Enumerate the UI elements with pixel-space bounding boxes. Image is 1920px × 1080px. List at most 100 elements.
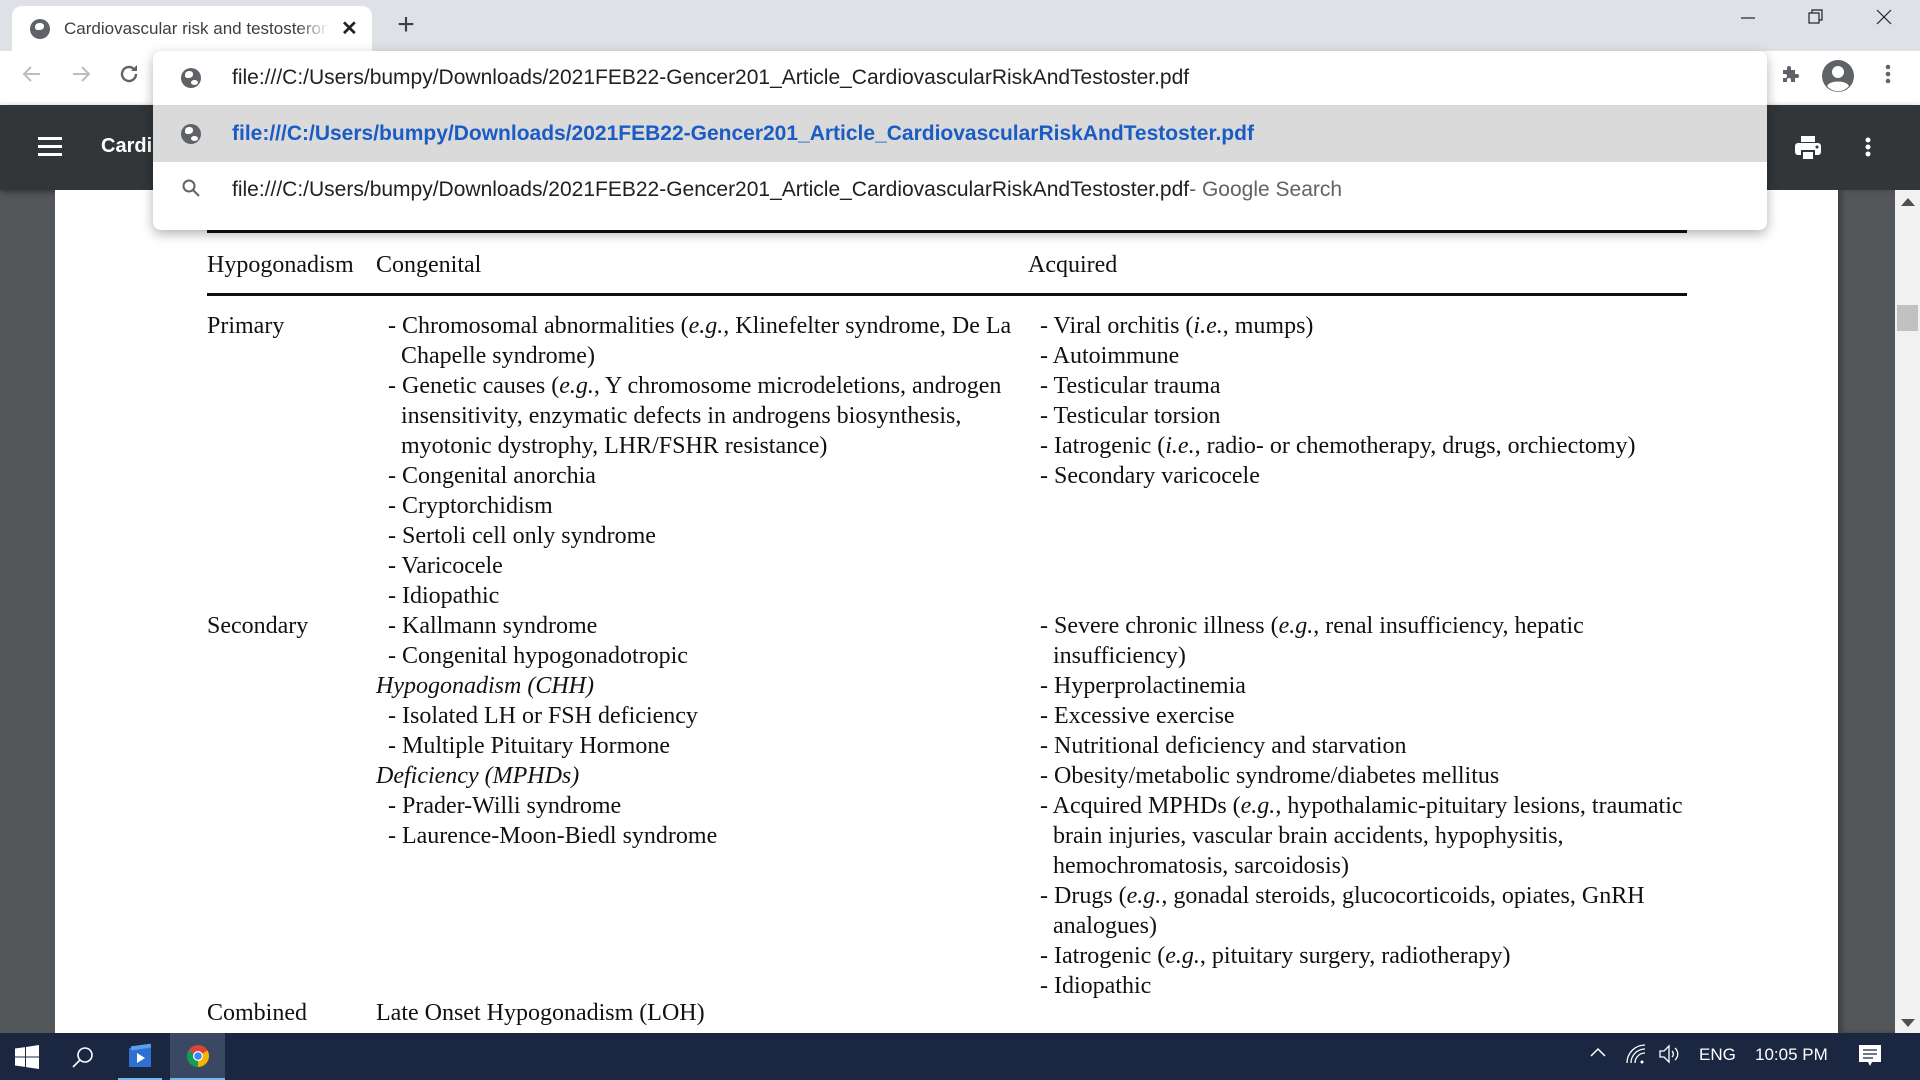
wifi-icon <box>1626 1044 1646 1064</box>
list-item: - Nutritional deficiency and starvation <box>1040 733 1407 759</box>
back-button[interactable] <box>14 59 50 95</box>
reload-button[interactable] <box>111 59 147 95</box>
list-item: - Secondary varicocele <box>1040 463 1260 489</box>
action-center-button[interactable] <box>1858 1044 1882 1073</box>
list-item: - Obesity/metabolic syndrome/diabetes me… <box>1040 763 1500 789</box>
list-item: - Genetic causes (e.g., Y chromosome mic… <box>388 373 1002 459</box>
profile-button[interactable] <box>1820 59 1856 95</box>
address-input[interactable]: file:///C:/Users/bumpy/Downloads/2021FEB… <box>232 66 1189 90</box>
globe-icon <box>181 68 201 88</box>
start-button[interactable] <box>0 1033 54 1080</box>
print-icon <box>1795 136 1821 159</box>
list-item: - Sertoli cell only syndrome <box>388 523 656 549</box>
close-icon <box>1876 9 1892 25</box>
list-item-continuation: Deficiency (MPHDs) <box>376 763 580 789</box>
extensions-button[interactable] <box>1773 59 1809 95</box>
reload-icon <box>120 65 138 83</box>
congenital-cell: Late Onset Hypogonadism (LOH) <box>376 998 1026 1028</box>
tab-strip: Cardiovascular risk and testosterone ✕ + <box>0 0 1920 51</box>
menu-icon[interactable] <box>38 137 62 157</box>
list-item: - Iatrogenic (i.e., radio- or chemothera… <box>1040 433 1636 459</box>
clock[interactable]: 10:05 PM <box>1755 1045 1828 1065</box>
omnibox-dropdown: file:///C:/Users/bumpy/Downloads/2021FEB… <box>153 51 1767 230</box>
address-bar[interactable]: file:///C:/Users/bumpy/Downloads/2021FEB… <box>153 51 1767 105</box>
show-hidden-icons-button[interactable] <box>1588 1043 1608 1068</box>
congenital-cell: - Chromosomal abnormalities (e.g., Kline… <box>376 311 1026 611</box>
scrollbar-thumb[interactable] <box>1897 305 1918 331</box>
search-icon <box>182 179 200 197</box>
list-item-continuation: Hypogonadism (CHH) <box>376 673 594 699</box>
video-editor-icon <box>129 1043 152 1067</box>
list-item: - Congenital hypogonadotropic <box>388 643 688 669</box>
browser-menu-button[interactable] <box>1870 59 1906 95</box>
forward-arrow-icon <box>73 66 91 82</box>
table-top-rule <box>207 230 1687 233</box>
search-icon <box>72 1046 93 1068</box>
list-item: - Kallmann syndrome <box>388 613 598 639</box>
notification-icon <box>1859 1045 1881 1066</box>
pdf-page: Hypogonadism Congenital Acquired Primary… <box>55 190 1838 1033</box>
speaker-icon <box>1659 1044 1679 1064</box>
suggestion-item[interactable]: file:///C:/Users/bumpy/Downloads/2021FEB… <box>153 105 1767 162</box>
congenital-cell: - Kallmann syndrome - Congenital hypogona… <box>376 611 1026 851</box>
list-item: - Multiple Pituitary Hormone <box>388 733 670 759</box>
volume-button[interactable] <box>1658 1043 1682 1070</box>
globe-icon <box>181 123 201 144</box>
new-tab-button[interactable]: + <box>390 8 422 42</box>
close-window-button[interactable] <box>1864 8 1904 38</box>
list-item: - Acquired MPHDs (e.g., hypothalamic-pit… <box>1040 793 1683 879</box>
scroll-down-icon[interactable] <box>1901 1019 1915 1027</box>
restore-icon <box>1808 9 1823 24</box>
list-item: - Severe chronic illness (e.g., renal in… <box>1040 613 1584 669</box>
search-button[interactable] <box>56 1033 110 1080</box>
tab-title: Cardiovascular risk and testosterone <box>64 18 329 38</box>
minimize-icon <box>1741 17 1755 19</box>
chevron-up-icon <box>1590 1047 1606 1057</box>
row-label: Primary <box>207 313 285 339</box>
row-label: Secondary <box>207 613 309 639</box>
back-arrow-icon <box>22 66 40 82</box>
list-item: - Idiopathic <box>1040 973 1152 999</box>
network-button[interactable] <box>1625 1043 1647 1070</box>
kebab-menu-icon <box>1865 137 1871 157</box>
list-item: - Congenital anorchia <box>388 463 596 489</box>
list-item: - Hyperprolactinemia <box>1040 673 1246 699</box>
scroll-up-icon[interactable] <box>1901 198 1915 206</box>
list-item: Late Onset Hypogonadism (LOH) <box>376 1000 705 1026</box>
row-label: Combined <box>207 1000 307 1026</box>
minimize-button[interactable] <box>1728 8 1768 38</box>
suggestion-text: file:///C:/Users/bumpy/Downloads/2021FEB… <box>232 178 1190 201</box>
kebab-menu-icon <box>1885 64 1891 84</box>
list-item: - Testicular torsion <box>1040 403 1221 429</box>
page-gutter <box>1838 190 1895 1033</box>
taskbar-app-video-editor[interactable] <box>118 1033 162 1080</box>
browser-tab[interactable]: Cardiovascular risk and testosterone ✕ <box>12 6 372 51</box>
header-congenital: Congenital <box>376 252 482 278</box>
list-item: - Excessive exercise <box>1040 703 1235 729</box>
taskbar-app-chrome[interactable] <box>170 1033 225 1080</box>
list-item: - Iatrogenic (e.g., pituitary surgery, r… <box>1040 943 1511 969</box>
list-item: - Laurence-Moon-Biedl syndrome <box>388 823 718 849</box>
puzzle-icon <box>1783 66 1799 82</box>
windows-logo-icon <box>15 1044 39 1069</box>
globe-icon <box>30 18 50 39</box>
vertical-scrollbar[interactable] <box>1895 190 1920 1033</box>
forward-button[interactable] <box>63 59 99 95</box>
table-header-rule <box>207 293 1687 296</box>
list-item: - Testicular trauma <box>1040 373 1221 399</box>
print-button[interactable] <box>1794 135 1822 166</box>
suggestion-item[interactable]: file:///C:/Users/bumpy/Downloads/2021FEB… <box>153 162 1767 218</box>
restore-button[interactable] <box>1796 8 1836 38</box>
list-item: - Cryptorchidism <box>388 493 553 519</box>
acquired-cell: - Viral orchitis (i.e., mumps) - Autoimmu… <box>1028 311 1688 491</box>
list-item: - Viral orchitis (i.e., mumps) <box>1040 313 1314 339</box>
suggestion-suffix: - Google Search <box>1189 178 1343 201</box>
language-indicator[interactable]: ENG <box>1699 1045 1736 1065</box>
windows-taskbar: ENG 10:05 PM <box>0 1033 1920 1080</box>
list-item: - Varicocele <box>388 553 503 579</box>
suggestion-text: file:///C:/Users/bumpy/Downloads/2021FEB… <box>232 121 1254 145</box>
header-acquired: Acquired <box>1028 252 1118 278</box>
acquired-cell: - Severe chronic illness (e.g., renal in… <box>1028 611 1688 1001</box>
pdf-more-button[interactable] <box>1864 135 1872 164</box>
close-tab-icon[interactable]: ✕ <box>341 16 358 41</box>
